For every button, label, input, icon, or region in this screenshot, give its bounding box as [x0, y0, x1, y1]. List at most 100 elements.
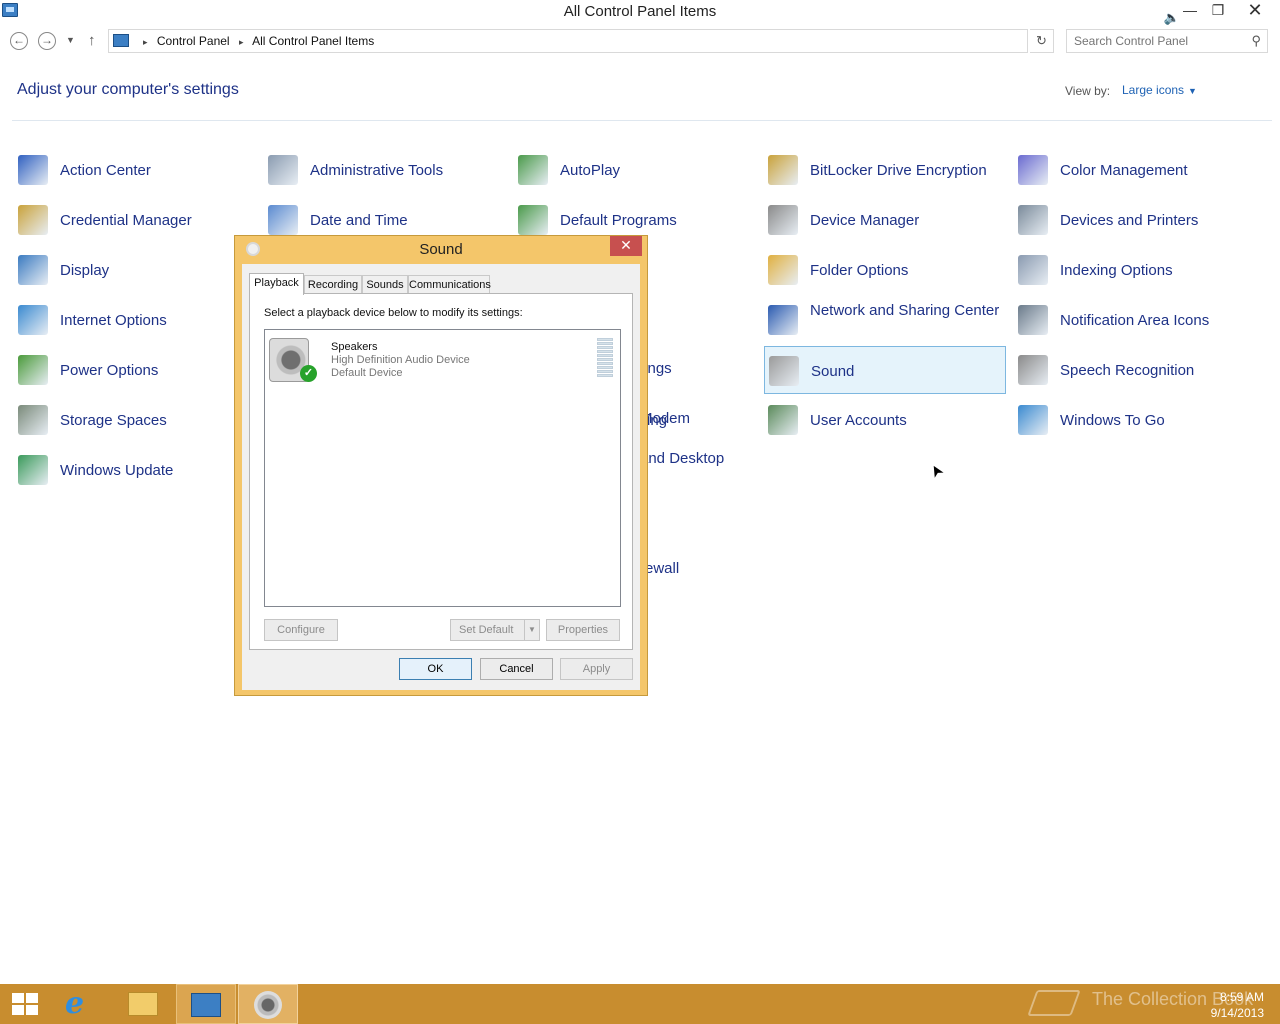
cp-item-indexing-options[interactable]: Indexing Options: [1014, 246, 1256, 294]
network-icon[interactable]: ▭: [1143, 10, 1155, 25]
tab-recording[interactable]: Recording: [304, 275, 362, 294]
cp-item-label: Date and Time: [310, 212, 408, 229]
ok-button[interactable]: OK: [399, 658, 472, 680]
search-input[interactable]: [1074, 31, 1244, 51]
device-list[interactable]: ✓ Speakers High Definition Audio Device …: [264, 329, 621, 607]
apply-button[interactable]: Apply: [560, 658, 633, 680]
cp-item-folder-options[interactable]: Folder Options: [764, 246, 1006, 294]
flag-icon: [18, 155, 48, 185]
action-center-flag-icon[interactable]: ⚐: [1122, 10, 1134, 25]
view-by-label: View by:: [1065, 84, 1111, 98]
close-button[interactable]: ✕: [1240, 0, 1270, 22]
restore-button[interactable]: ❐: [1204, 0, 1232, 22]
cp-item-network-and-sharing-center[interactable]: Network and Sharing Center: [764, 296, 1006, 344]
control-panel-icon: [191, 993, 221, 1017]
cp-item-label: Network and Sharing Center: [810, 302, 1000, 319]
recent-locations-icon[interactable]: ▼: [66, 35, 75, 45]
cp-item-label: Windows Update: [60, 462, 174, 479]
configure-button[interactable]: Configure: [264, 619, 338, 641]
list-item[interactable]: ✓ Speakers High Definition Audio Device …: [267, 332, 618, 384]
dialog-title: Sound: [419, 241, 463, 258]
show-hidden-icons-icon[interactable]: ▲: [1100, 10, 1113, 25]
storage-icon: [18, 405, 48, 435]
control-panel-address-icon: [113, 34, 129, 47]
windows-to-go-icon: [1018, 405, 1048, 435]
forward-button[interactable]: →: [38, 32, 56, 50]
breadcrumb: ▸ Control Panel ▸ All Control Panel Item…: [137, 34, 374, 48]
cp-item-windows-update[interactable]: Windows Update: [14, 446, 256, 494]
cp-item-display[interactable]: Display: [14, 246, 256, 294]
header-divider: [12, 120, 1272, 121]
crumb-separator[interactable]: ▸: [239, 37, 244, 47]
cp-item-bitlocker-drive-encryption[interactable]: BitLocker Drive Encryption: [764, 146, 1006, 194]
dialog-titlebar[interactable]: Sound ✕: [235, 236, 647, 264]
chevron-down-icon[interactable]: ▼: [1188, 86, 1197, 96]
search-icon[interactable]: ⚲: [1251, 33, 1261, 49]
cp-item-label: Administrative Tools: [310, 162, 444, 179]
volume-icon[interactable]: 🔈: [1164, 10, 1180, 25]
printer-icon: [1018, 205, 1048, 235]
cp-item-sound[interactable]: Sound: [764, 346, 1006, 394]
cp-item-color-management[interactable]: Color Management: [1014, 146, 1256, 194]
clock-time[interactable]: 8:59 AM: [1208, 990, 1264, 1004]
sound-task-button[interactable]: [238, 984, 298, 1024]
cp-item-device-manager[interactable]: Device Manager: [764, 196, 1006, 244]
set-default-button[interactable]: Set Default ▼: [450, 619, 540, 641]
file-explorer-button[interactable]: [114, 984, 174, 1024]
back-button[interactable]: ←: [10, 32, 28, 50]
search-box[interactable]: ⚲: [1066, 29, 1268, 53]
up-button[interactable]: ↑: [88, 32, 96, 49]
dialog-close-button[interactable]: ✕: [610, 236, 642, 256]
cp-item-label: Indexing Options: [1060, 262, 1173, 279]
windows-update-icon: [18, 455, 48, 485]
cp-item-devices-and-printers[interactable]: Devices and Printers: [1014, 196, 1256, 244]
control-panel-task-button[interactable]: [176, 984, 236, 1024]
device-description: High Definition Audio Device: [331, 354, 470, 366]
window-titlebar: All Control Panel Items — ❐ ✕: [0, 0, 1280, 24]
cp-item-notification-area-icons[interactable]: Notification Area Icons: [1014, 296, 1256, 344]
cp-item-power-options[interactable]: Power Options: [14, 346, 256, 394]
bitlocker-icon: [768, 155, 798, 185]
cp-item-label: Credential Manager: [60, 212, 192, 229]
sound-dialog: Sound ✕ Playback Recording Sounds Commun…: [234, 235, 648, 696]
cp-item-internet-options[interactable]: Internet Options: [14, 296, 256, 344]
credential-manager-icon: [18, 205, 48, 235]
cp-item-windows-to-go[interactable]: Windows To Go: [1014, 396, 1256, 444]
tab-playback[interactable]: Playback: [249, 273, 304, 295]
view-by-dropdown[interactable]: Large icons ▼: [1122, 83, 1197, 97]
instruction-text: Select a playback device below to modify…: [264, 307, 523, 319]
cp-item-administrative-tools[interactable]: Administrative Tools: [264, 146, 506, 194]
admin-tools-icon: [268, 155, 298, 185]
cancel-button[interactable]: Cancel: [480, 658, 553, 680]
breadcrumb-control-panel[interactable]: Control Panel: [157, 34, 230, 48]
cp-item-label: Storage Spaces: [60, 412, 167, 429]
cp-item-partial[interactable]: and Desktop: [640, 450, 724, 467]
cp-item-user-accounts[interactable]: User Accounts: [764, 396, 1006, 444]
chevron-down-icon[interactable]: ▼: [524, 620, 539, 640]
clock-date[interactable]: 9/14/2013: [1200, 1006, 1264, 1020]
internet-explorer-button[interactable]: e: [52, 984, 112, 1024]
cp-item-speech-recognition[interactable]: Speech Recognition: [1014, 346, 1256, 394]
breadcrumb-all-items[interactable]: All Control Panel Items: [252, 34, 374, 48]
cp-item-autoplay[interactable]: AutoPlay: [514, 146, 756, 194]
cp-item-label: Devices and Printers: [1060, 212, 1199, 229]
device-name: Speakers: [331, 341, 378, 353]
tab-communications[interactable]: Communications: [408, 275, 491, 294]
indexing-icon: [1018, 255, 1048, 285]
properties-button[interactable]: Properties: [546, 619, 620, 641]
microphone-icon: [1018, 355, 1048, 385]
color-management-icon: [1018, 155, 1048, 185]
cp-item-label: AutoPlay: [560, 162, 621, 179]
crumb-separator[interactable]: ▸: [143, 37, 148, 47]
cp-item-credential-manager[interactable]: Credential Manager: [14, 196, 256, 244]
view-by-value[interactable]: Large icons: [1122, 83, 1184, 97]
cp-item-storage-spaces[interactable]: Storage Spaces: [14, 396, 256, 444]
volume-level-meter: [597, 338, 613, 378]
tab-sounds[interactable]: Sounds: [362, 275, 408, 294]
start-button[interactable]: [0, 984, 60, 1024]
address-bar[interactable]: ▸ Control Panel ▸ All Control Panel Item…: [108, 29, 1130, 53]
window-title: All Control Panel Items: [563, 3, 717, 20]
cp-item-action-center[interactable]: Action Center: [14, 146, 256, 194]
cp-item-label: Power Options: [60, 362, 159, 379]
refresh-button[interactable]: ↻: [1030, 29, 1054, 53]
